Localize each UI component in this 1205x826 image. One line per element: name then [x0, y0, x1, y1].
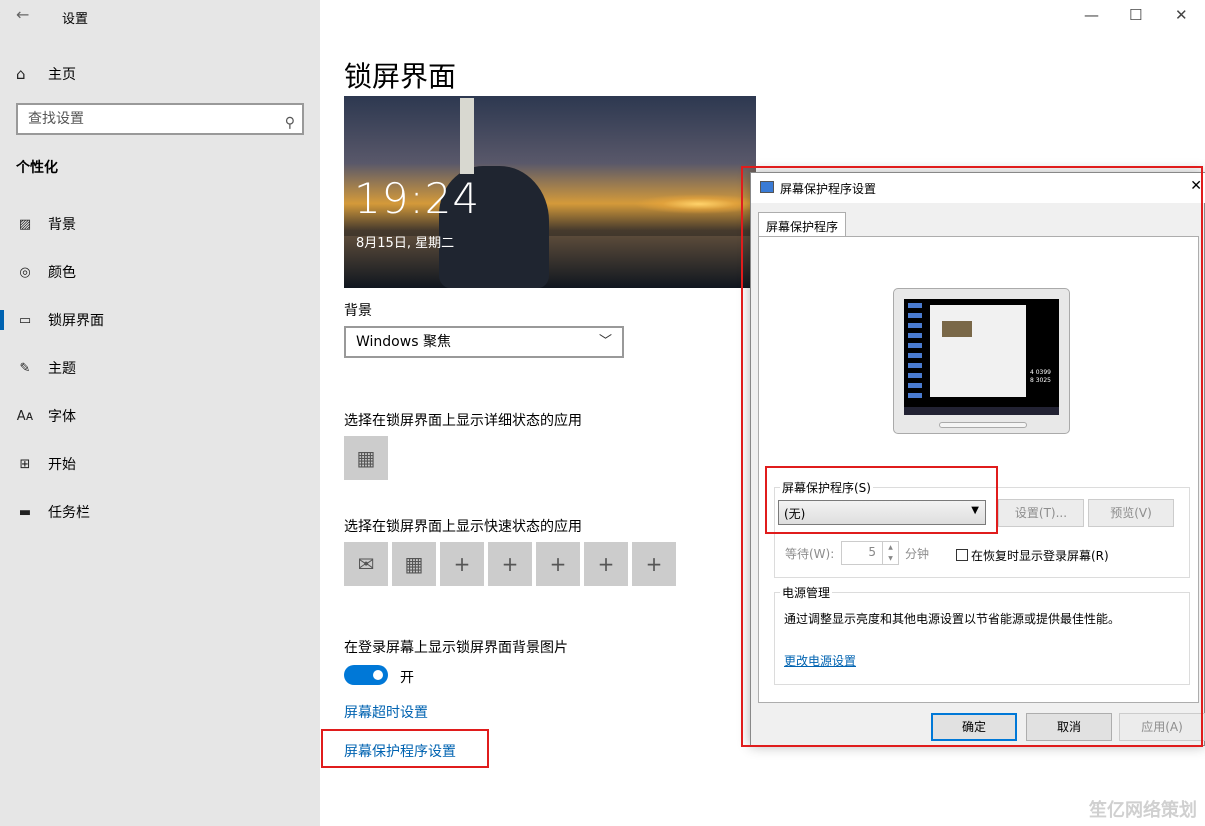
search-placeholder: 查找设置	[28, 111, 84, 127]
maximize-button[interactable]: ☐	[1129, 6, 1142, 24]
back-arrow-icon[interactable]: ←	[16, 5, 29, 24]
plus-icon: +	[501, 552, 519, 576]
sidebar-item-background[interactable]: ▨ 背景	[0, 200, 320, 248]
plus-icon: +	[597, 552, 615, 576]
screen-timeout-link[interactable]: 屏幕超时设置	[344, 702, 428, 722]
title-bar: ← 设置	[0, 0, 320, 32]
plus-icon: +	[645, 552, 663, 576]
minimize-button[interactable]: —	[1084, 6, 1099, 24]
lighthouse	[460, 98, 474, 174]
sidebar-item-lock-screen[interactable]: ▭ 锁屏界面	[0, 296, 320, 344]
highlight-box	[321, 729, 489, 768]
add-app-tile[interactable]: +	[488, 542, 532, 586]
chevron-down-icon: ﹀	[598, 334, 612, 349]
background-label: 背景	[344, 303, 372, 319]
sidebar-item-taskbar[interactable]: ▬ 任务栏	[0, 488, 320, 536]
search-icon[interactable]: ⚲	[285, 109, 295, 137]
calendar-icon: ▦	[356, 446, 376, 470]
brush-icon: ✎	[19, 360, 31, 376]
add-app-tile[interactable]: +	[584, 542, 628, 586]
taskbar-icon: ▬	[18, 504, 32, 520]
picture-icon: ▨	[18, 216, 32, 232]
add-app-tile[interactable]: +	[536, 542, 580, 586]
toggle-knob	[373, 670, 383, 680]
detailed-status-label: 选择在锁屏界面上显示详细状态的应用	[344, 413, 582, 429]
quick-status-label: 选择在锁屏界面上显示快速状态的应用	[344, 519, 582, 535]
palette-icon: ◎	[19, 264, 31, 280]
calendar-app-tile[interactable]: ▦	[344, 436, 388, 480]
home-icon: ⌂	[16, 65, 26, 83]
start-icon: ⊞	[19, 456, 31, 472]
calendar-app-tile[interactable]: ▦	[392, 542, 436, 586]
background-value: Windows 聚焦	[356, 334, 451, 350]
add-app-tile[interactable]: +	[632, 542, 676, 586]
plus-icon: +	[549, 552, 567, 576]
add-app-tile[interactable]: +	[440, 542, 484, 586]
dialog-highlight-box	[741, 166, 1203, 747]
sidebar-item-label: 开始	[48, 457, 76, 473]
preview-time: 19:24	[354, 174, 481, 223]
sidebar-item-start[interactable]: ⊞ 开始	[0, 440, 320, 488]
watermark: 笙亿网络策划	[1089, 800, 1197, 821]
sidebar-item-colors[interactable]: ◎ 颜色	[0, 248, 320, 296]
lock-screen-preview: 19:24 8月15日, 星期二	[344, 96, 756, 288]
sidebar-item-label: 字体	[48, 409, 76, 425]
sidebar-nav: ▨ 背景 ◎ 颜色 ▭ 锁屏界面 ✎ 主题 Aᴀ 字体 ⊞ 开始 ▬ 任务栏	[0, 200, 320, 536]
calendar-icon: ▦	[404, 552, 424, 576]
sidebar-item-label: 颜色	[48, 265, 76, 281]
mail-icon: ✉	[357, 552, 375, 576]
lock-screen-icon: ▭	[18, 312, 32, 328]
sidebar-item-label: 主题	[48, 361, 76, 377]
background-select[interactable]: Windows 聚焦 ﹀	[344, 326, 624, 358]
font-icon: Aᴀ	[16, 408, 34, 424]
home-link[interactable]: ⌂ 主页	[16, 63, 76, 85]
quick-status-apps: ✉ ▦ + + + + +	[344, 542, 684, 586]
sidebar-item-label: 背景	[48, 217, 76, 233]
signin-background-toggle[interactable]	[344, 665, 388, 685]
sidebar-item-themes[interactable]: ✎ 主题	[0, 344, 320, 392]
toggle-state: 开	[400, 670, 414, 686]
signin-background-label: 在登录屏幕上显示锁屏界面背景图片	[344, 640, 568, 656]
home-label: 主页	[48, 67, 76, 83]
page-title: 锁屏界面	[344, 60, 457, 93]
sidebar: ← 设置 ⌂ 主页 查找设置 ⚲ 个性化 ▨ 背景 ◎ 颜色 ▭ 锁屏界面 ✎ …	[0, 0, 320, 826]
section-title: 个性化	[16, 160, 58, 176]
sidebar-item-fonts[interactable]: Aᴀ 字体	[0, 392, 320, 440]
sunset-glow	[634, 194, 756, 214]
plus-icon: +	[453, 552, 471, 576]
screensaver-highlight-box	[765, 466, 998, 534]
close-button[interactable]: ✕	[1175, 6, 1188, 24]
detailed-status-apps: ▦	[344, 436, 684, 480]
preview-date: 8月15日, 星期二	[356, 236, 455, 251]
search-input[interactable]: 查找设置 ⚲	[16, 103, 304, 135]
sidebar-item-label: 任务栏	[48, 505, 90, 521]
app-title: 设置	[62, 12, 89, 27]
mail-app-tile[interactable]: ✉	[344, 542, 388, 586]
sidebar-item-label: 锁屏界面	[48, 313, 104, 329]
